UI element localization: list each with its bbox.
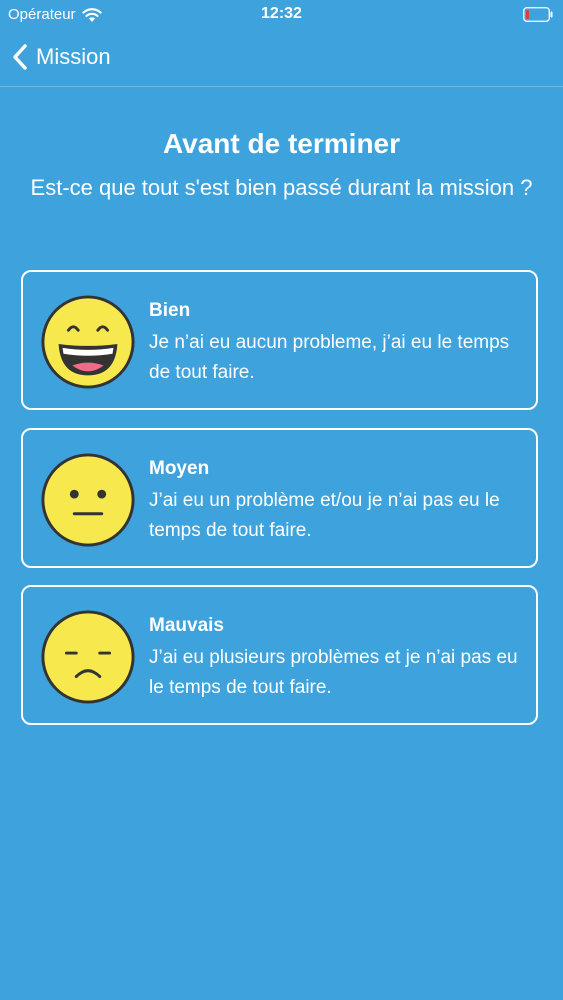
option-title: Bien [149,300,191,321]
back-label: Mission [36,44,111,69]
option-description: Je n’ai eu aucun probleme, j’ai eu le te… [149,332,510,383]
option-card-moyen[interactable]: Moyen J’ai eu un problème et/ou je n’ai … [21,428,538,568]
navigation-bar: Mission [0,30,563,87]
page-title: Avant de terminer [162,128,401,159]
neutral-face-icon [41,453,135,547]
chevron-left-icon [13,44,27,70]
status-bar: Opérateur 12:32 [0,0,563,30]
back-button[interactable]: Mission [12,42,111,72]
option-description: J’ai eu plusieurs problèmes et je n’ai p… [149,647,518,698]
option-title: Mauvais [149,615,224,636]
page-subtitle: Est-ce que tout s'est bien passé durant … [30,175,533,200]
battery-icon [523,7,553,22]
option-title: Moyen [149,458,210,479]
option-description: J’ai eu un problème et/ou je n’ai pas eu… [149,490,500,541]
sad-face-icon [41,610,135,704]
happy-face-icon [41,295,135,389]
clock: 12:32 [261,5,302,22]
option-card-mauvais[interactable]: Mauvais J’ai eu plusieurs problèmes et j… [21,585,538,725]
option-card-bien[interactable]: Bien Je n’ai eu aucun probleme, j’ai eu … [21,270,538,410]
